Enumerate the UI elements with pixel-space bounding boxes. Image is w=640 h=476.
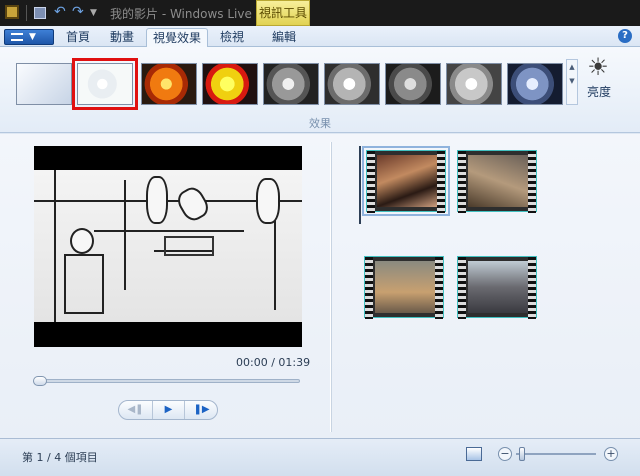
- quick-access-dropdown-icon[interactable]: ▼: [90, 7, 102, 19]
- thumbnail-size-icon[interactable]: [466, 447, 482, 461]
- ribbon-tab-row: ▼ 首頁 動畫 視覺效果 檢視 編輯: [0, 26, 640, 48]
- preview-frame: [34, 170, 302, 322]
- effects-gallery: [12, 57, 568, 113]
- gallery-down-icon[interactable]: ▼: [567, 74, 577, 88]
- storyboard-clip-2[interactable]: [457, 150, 537, 213]
- video-tools-context-tab[interactable]: 視訊工具: [256, 0, 310, 26]
- item-count: 第 1 / 4 個項目: [22, 451, 98, 464]
- effect-thumb-blue[interactable]: [507, 63, 563, 105]
- video-preview[interactable]: [34, 146, 302, 347]
- redo-icon[interactable]: ↷: [72, 5, 86, 19]
- storyboard-clip-4[interactable]: [457, 256, 537, 319]
- undo-icon[interactable]: ↶: [54, 5, 68, 19]
- title-separator: [26, 5, 27, 21]
- tab-edit[interactable]: 編輯: [264, 28, 304, 47]
- effect-thumb-sketch[interactable]: [72, 58, 138, 110]
- seek-handle[interactable]: [33, 376, 47, 386]
- main-area: 00:00 / 01:39 ◀❚ ▶ ❚▶: [0, 134, 640, 438]
- previous-frame-icon[interactable]: ◀❚: [119, 401, 152, 419]
- storyboard-cursor: [359, 146, 361, 224]
- window-title: 我的影片 - Windows Live Mo: [110, 7, 274, 21]
- ribbon-panel: ▲ ▼ ☀ 亮度 效果: [0, 47, 640, 133]
- effect-thumb-grayscale-1[interactable]: [263, 63, 319, 105]
- storyboard-clip-3[interactable]: [364, 256, 444, 319]
- effect-thumb-grayscale-4[interactable]: [446, 63, 502, 105]
- time-display: 00:00 / 01:39: [236, 356, 311, 369]
- save-icon[interactable]: [34, 7, 46, 19]
- effect-thumb-orange[interactable]: [141, 63, 197, 105]
- title-bar: ↶ ↷ ▼ 我的影片 - Windows Live Mo 視訊工具: [0, 0, 640, 26]
- play-icon[interactable]: ▶: [152, 401, 185, 419]
- gallery-up-icon[interactable]: ▲: [567, 60, 577, 74]
- gallery-scroll[interactable]: ▲ ▼: [566, 59, 578, 105]
- playback-controls: ◀❚ ▶ ❚▶: [118, 400, 218, 420]
- effect-thumb-grayscale-2[interactable]: [324, 63, 380, 105]
- effect-thumb-yellow[interactable]: [202, 63, 258, 105]
- effect-thumb-grayscale-3[interactable]: [385, 63, 441, 105]
- help-icon[interactable]: ?: [618, 29, 632, 43]
- tab-visual-effects[interactable]: 視覺效果: [146, 28, 208, 48]
- storyboard-clip-1[interactable]: [362, 146, 450, 216]
- tab-home[interactable]: 首頁: [60, 28, 96, 47]
- next-frame-icon[interactable]: ❚▶: [185, 401, 218, 419]
- brightness-label[interactable]: 亮度: [586, 83, 612, 100]
- effects-group-label: 效果: [309, 117, 331, 130]
- app-menu-button[interactable]: ▼: [4, 29, 54, 45]
- tab-view[interactable]: 檢視: [214, 28, 250, 47]
- zoom-slider-track[interactable]: [516, 453, 596, 455]
- pane-divider[interactable]: [330, 142, 332, 432]
- effect-thumb-none[interactable]: [16, 63, 72, 105]
- seek-bar[interactable]: [34, 379, 300, 383]
- brightness-icon[interactable]: ☀: [586, 55, 610, 79]
- menu-lines-icon: [11, 32, 23, 41]
- tab-animations[interactable]: 動畫: [104, 28, 140, 47]
- zoom-in-icon[interactable]: +: [604, 447, 618, 461]
- status-bar: 第 1 / 4 個項目 − +: [0, 438, 640, 476]
- zoom-out-icon[interactable]: −: [498, 447, 512, 461]
- app-film-icon[interactable]: [5, 5, 19, 19]
- zoom-slider-handle[interactable]: [519, 447, 525, 461]
